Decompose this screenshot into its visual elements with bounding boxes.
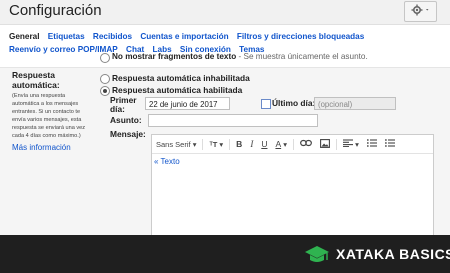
tab-cuentas[interactable]: Cuentas e importación [140,32,228,41]
bulleted-list-button[interactable] [381,139,399,149]
bulleted-list-icon [384,139,395,149]
autoreply-description: (Envía una respuesta automática a los me… [12,93,86,139]
numbered-list-button[interactable] [363,139,381,149]
snippets-off-radio[interactable] [100,53,110,63]
toolbar-divider [292,138,294,150]
snippets-off-option: No mostrar fragmentos de texto - Se mues… [112,52,368,61]
font-size-button[interactable]: ᵀT ▾ [205,140,227,149]
autoreply-on-label: Respuesta automática habilitada [112,85,243,95]
page-title: Configuración [9,2,102,19]
gear-icon [411,3,431,21]
tab-recibidos[interactable]: Recibidos [93,32,132,41]
snippets-off-label: No mostrar fragmentos de texto [112,52,237,61]
toolbar-divider [202,138,204,150]
underline-icon: U [261,139,268,149]
settings-header: Configuración [0,0,450,25]
font-select-label: Sans Serif [156,139,191,149]
toolbar-divider [229,138,231,150]
last-day-label: Último día: [272,98,316,108]
editor-toolbar: Sans Serif ▾ ᵀT ▾ B I U A ▾ ▾ [152,135,433,154]
last-day-input[interactable]: (opcional) [314,97,396,110]
bold-icon: B [236,139,243,149]
subject-input[interactable] [148,114,318,127]
bold-button[interactable]: B [232,139,246,149]
subject-label: Asunto: [110,115,142,125]
brand-logo-text: XATAKA BASICS [336,246,450,262]
last-day-checkbox[interactable] [261,99,271,109]
numbered-list-icon [366,139,377,149]
italic-icon: I [250,139,254,149]
tab-general[interactable]: General [9,32,40,41]
first-day-label: Primer día: [110,95,137,114]
toolbar-divider [335,138,337,150]
tabs-row-1: General Etiquetas Recibidos Cuentas e im… [9,30,439,43]
settings-button[interactable] [404,1,437,22]
autoreply-off-radio[interactable] [100,74,110,84]
message-editor[interactable]: Sans Serif ▾ ᵀT ▾ B I U A ▾ ▾ « Texto [151,134,434,237]
first-day-input[interactable]: 22 de junio de 2017 [145,97,230,110]
italic-button[interactable]: I [246,139,257,149]
snippets-off-hint: - Se muestra únicamente el asunto. [236,52,368,61]
text-color-icon: A [275,139,282,149]
link-button[interactable] [296,139,316,149]
autoreply-label: Respuesta automática: [12,70,60,90]
plain-text-link[interactable]: « Texto [154,157,180,166]
chevron-down-icon: ▾ [355,139,359,149]
image-icon [320,138,330,150]
align-button[interactable]: ▾ [339,139,363,149]
chevron-down-icon: ▾ [219,139,224,149]
underline-button[interactable]: U [257,139,271,149]
tab-filtros[interactable]: Filtros y direcciones bloqueadas [237,32,364,41]
link-icon [300,139,312,149]
text-color-button[interactable]: A ▾ [271,139,291,149]
chevron-down-icon: ▾ [192,139,197,149]
autoreply-on-radio[interactable] [100,86,110,96]
font-select[interactable]: Sans Serif ▾ [152,140,200,149]
more-info-link[interactable]: Más información [12,143,71,152]
image-button[interactable] [316,138,334,150]
tab-etiquetas[interactable]: Etiquetas [48,32,85,41]
tab-reenvio[interactable]: Reenvío y correo POP/IMAP [9,45,118,54]
message-label: Mensaje: [110,129,146,139]
autoreply-off-label: Respuesta automática inhabilitada [112,73,250,83]
graduation-cap-icon [304,245,330,270]
text-size-icon: ᵀT [209,139,218,149]
align-left-icon [342,139,353,149]
chevron-down-icon: ▾ [283,139,287,149]
